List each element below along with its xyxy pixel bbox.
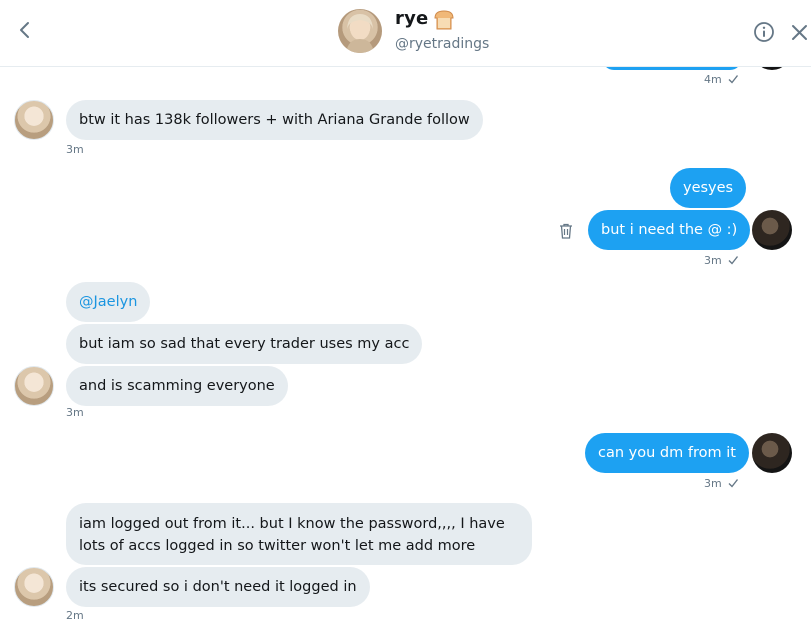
mention-link[interactable]: @Jaelyn bbox=[79, 294, 137, 310]
close-icon bbox=[792, 25, 807, 40]
message-timestamp: 3m bbox=[66, 406, 84, 419]
message-bubble-incoming[interactable]: its secured so i don't need it logged in bbox=[66, 567, 370, 607]
message-timestamp: 3m bbox=[704, 254, 722, 267]
contact-avatar[interactable] bbox=[14, 366, 54, 406]
message-bubble-incoming[interactable]: @Jaelyn bbox=[66, 282, 151, 322]
message-timestamp: 3m bbox=[66, 143, 84, 156]
info-icon bbox=[754, 22, 774, 42]
message-bubble-incoming[interactable]: iam logged out from it... but I know the… bbox=[66, 503, 532, 565]
contact-avatar[interactable] bbox=[14, 567, 54, 607]
back-button[interactable] bbox=[14, 16, 38, 44]
message-bubble-outgoing[interactable]: yesyes bbox=[670, 168, 747, 208]
avatar-image bbox=[346, 14, 374, 53]
message-bubble-incoming[interactable]: and is scamming everyone bbox=[66, 366, 288, 406]
contact-avatar[interactable] bbox=[338, 9, 382, 53]
conversation-header: rye @ryetradings bbox=[0, 0, 811, 67]
check-icon bbox=[728, 256, 739, 265]
message-timestamp: 3m bbox=[704, 477, 722, 490]
chevron-left-icon bbox=[20, 22, 29, 38]
check-icon bbox=[728, 75, 739, 84]
check-icon bbox=[728, 479, 739, 488]
message-bubble-outgoing[interactable]: can you dm from it bbox=[585, 433, 749, 473]
contact-handle[interactable]: @ryetradings bbox=[395, 36, 489, 52]
message-bubble-incoming[interactable]: but iam so sad that every trader uses my… bbox=[66, 324, 423, 364]
contact-name[interactable]: rye bbox=[395, 8, 428, 29]
close-button[interactable] bbox=[789, 22, 811, 44]
trash-icon[interactable] bbox=[559, 223, 573, 239]
message-timestamp: 4m bbox=[704, 73, 722, 86]
user-avatar[interactable] bbox=[752, 210, 792, 250]
contact-avatar[interactable] bbox=[14, 100, 54, 140]
message-bubble-outgoing[interactable]: but i need the @ :) bbox=[588, 210, 751, 250]
message-bubble-incoming[interactable]: btw it has 138k followers + with Ariana … bbox=[66, 100, 483, 140]
user-avatar[interactable] bbox=[752, 433, 792, 473]
bread-icon bbox=[432, 9, 456, 31]
info-button[interactable] bbox=[752, 20, 776, 44]
message-timestamp: 2m bbox=[66, 609, 84, 622]
